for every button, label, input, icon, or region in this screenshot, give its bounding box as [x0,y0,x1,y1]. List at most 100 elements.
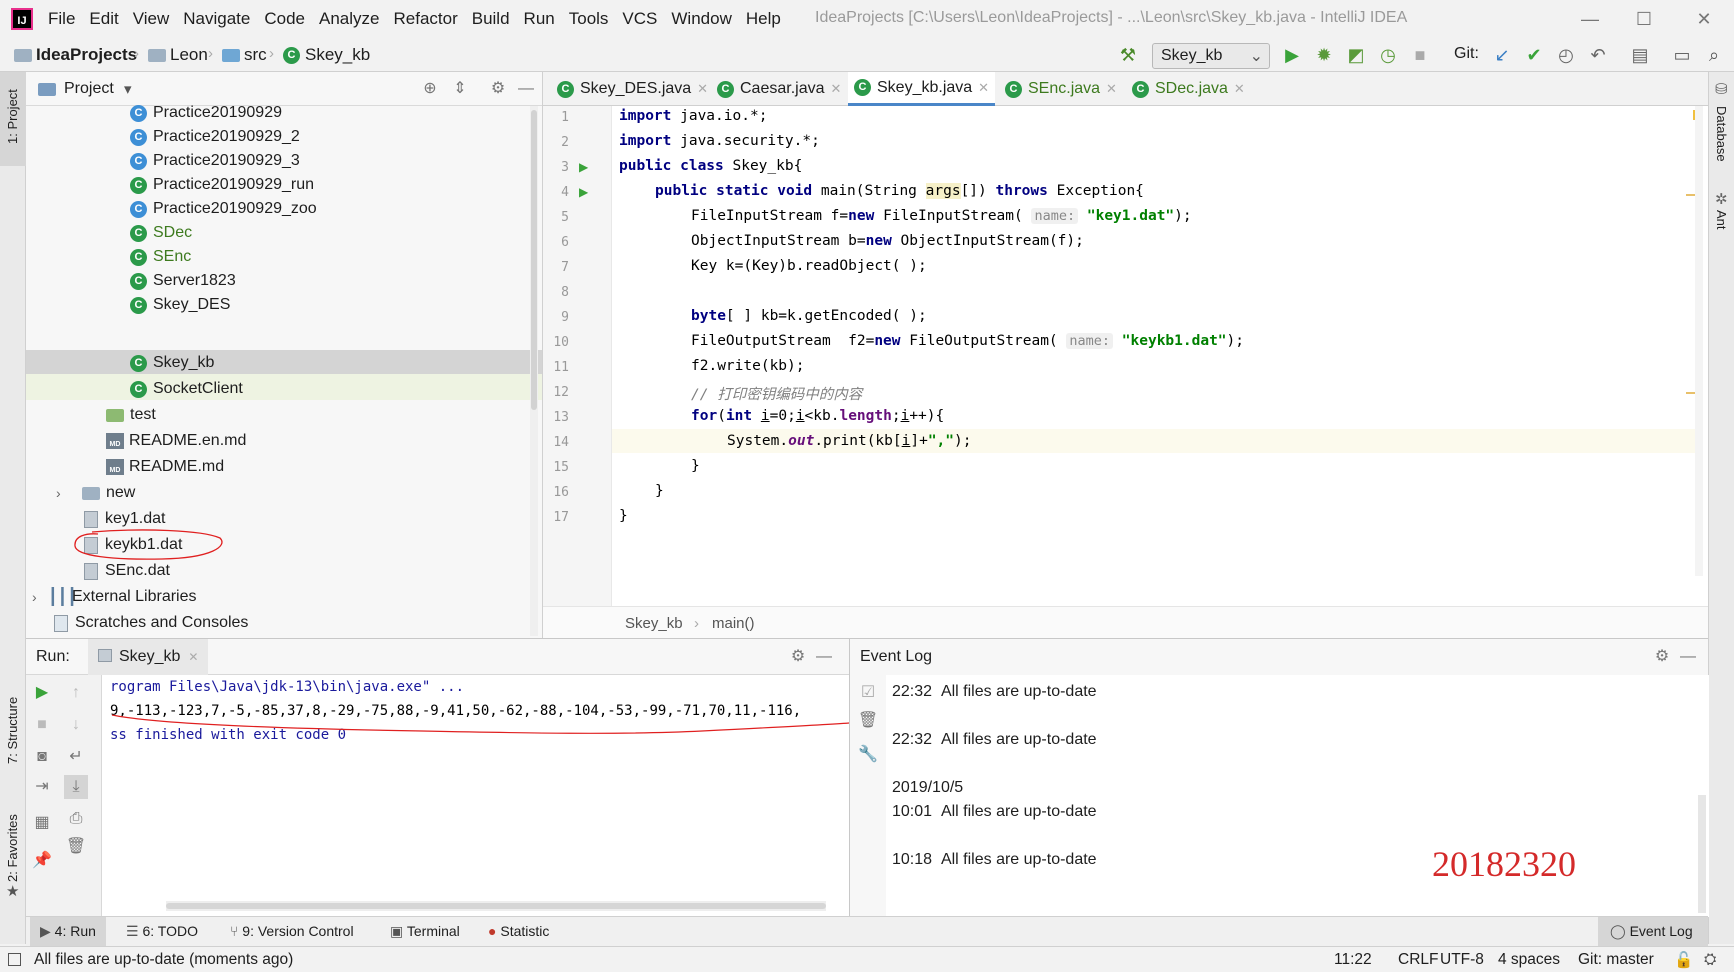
menu-tools[interactable]: Tools [562,9,616,29]
breadcrumb-root[interactable]: IdeaProjects [36,45,137,65]
tree-item-selected[interactable]: C Skey_kb [130,350,214,376]
toggle-tool-windows-icon[interactable] [8,953,21,966]
structure-tool-label[interactable]: 7: Structure [5,697,20,764]
chevron-down-icon[interactable]: ▾ [124,80,132,98]
tree-item[interactable]: test [106,402,156,428]
hide-panel-icon[interactable]: — [514,77,538,101]
favorites-tool-label[interactable]: 2: Favorites [5,814,20,882]
terminal-icon[interactable]: ▭ [1670,43,1694,67]
print-icon[interactable]: ⎙ [64,807,88,831]
tree-item[interactable]: C SEnc [130,244,191,270]
tree-item[interactable]: C Practice20190929_3 [130,148,300,174]
line-separator[interactable]: CRLF [1398,951,1438,969]
breadcrumb-method[interactable]: main() [712,615,755,632]
breadcrumb-class[interactable]: Skey_kb [625,615,683,632]
tree-item[interactable]: › ┃┃┃ External Libraries [32,584,197,610]
menu-vcs[interactable]: VCS [615,9,664,29]
file-encoding[interactable]: UTF-8 [1440,951,1484,969]
gear-icon[interactable]: ⚙ [786,645,810,669]
scroll-to-end-icon[interactable]: ⤓ [64,775,88,799]
lock-icon[interactable]: 🔓 [1674,951,1693,970]
tool-tab-event-log[interactable]: ◯ Event Log [1610,923,1693,940]
code-line-6[interactable]: ObjectInputStream b=new ObjectInputStrea… [691,233,1084,249]
rollback-icon[interactable]: ↶ [1586,43,1610,67]
code-line-5[interactable]: FileInputStream f=new FileInputStream( n… [691,208,1192,224]
close-tab-icon[interactable]: ✕ [1234,81,1245,97]
tree-item[interactable]: C SocketClient [130,376,243,402]
code-line-14[interactable]: System.out.print(kb[i]+","); [727,433,972,449]
tree-item[interactable]: C Practice20190929 [130,100,282,126]
run-icon[interactable]: ▶ [1280,43,1304,67]
run-gutter-icon[interactable]: ▶ [579,185,588,199]
status-message[interactable]: All files are up-to-date (moments ago) [34,951,293,969]
code-line-2[interactable]: import java.security.*; [619,133,820,149]
tab-sdec[interactable]: C SDec.java ✕ [1126,72,1251,106]
menu-analyze[interactable]: Analyze [312,9,386,29]
mark-read-icon[interactable]: ☑ [856,681,880,705]
tree-item[interactable]: C Practice20190929_2 [130,124,300,150]
project-scrollbar[interactable] [530,106,538,636]
git-commit-icon[interactable]: ✔ [1522,43,1546,67]
project-tool-label[interactable]: 1: Project [5,89,20,144]
rerun-icon[interactable]: ▶ [30,681,54,705]
trash-icon[interactable]: 🗑 [64,835,88,859]
menu-help[interactable]: Help [739,9,788,29]
menu-navigate[interactable]: Navigate [176,9,257,29]
code-line-13[interactable]: for(int i=0;i<kb.length;i++){ [691,408,944,424]
layout-icon[interactable]: ▦ [30,811,54,835]
code-line-17[interactable]: } [619,508,628,524]
project-structure-icon[interactable]: ▤ [1628,43,1652,67]
tree-item[interactable]: C Skey_DES [130,292,230,318]
run-tab[interactable]: Skey_kb ✕ [88,639,209,675]
build-hammer-icon[interactable]: ⚒ [1116,43,1140,67]
tab-skey-kb[interactable]: C Skey_kb.java ✕ [848,72,996,106]
indent-setting[interactable]: 4 spaces [1498,951,1560,969]
trash-icon[interactable]: 🗑 [856,709,880,733]
editor-scrollbar[interactable] [1695,106,1703,576]
tree-item[interactable]: Scratches and Consoles [54,610,248,636]
close-tab-icon[interactable]: ✕ [697,81,708,97]
stop-icon[interactable]: ■ [1408,43,1432,67]
maximize-button[interactable]: ☐ [1624,4,1664,34]
pin-icon[interactable]: 📌 [30,849,54,873]
code-line-16[interactable]: } [655,483,664,499]
tool-tab-todo[interactable]: ☰ 6: TODO [126,923,198,940]
history-icon[interactable]: ◴ [1554,43,1578,67]
code-line-15[interactable]: } [691,458,700,474]
code-line-7[interactable]: Key k=(Key)b.readObject( ); [691,258,927,274]
tree-item[interactable]: C Practice20190929_zoo [130,196,317,222]
tab-skey-des[interactable]: C Skey_DES.java ✕ [551,72,714,106]
coverage-icon[interactable]: ◩ [1344,43,1368,67]
event-log-scrollbar[interactable] [1698,795,1706,913]
restore-layout-icon[interactable]: ⇥ [30,775,54,799]
tool-tab-statistic[interactable]: ● Statistic [488,923,549,939]
down-arrow-icon[interactable]: ↓ [64,713,88,737]
gear-icon[interactable]: ⚙ [486,77,510,101]
breadcrumb-file[interactable]: Skey_kb [305,45,370,65]
run-config-select[interactable]: Skey_kb ⌄ [1152,43,1270,69]
memory-indicator-icon[interactable]: ⛭ [1704,951,1716,969]
tree-item[interactable]: MD README.en.md [106,428,246,454]
menu-refactor[interactable]: Refactor [386,9,464,29]
profile-icon[interactable]: ◷ [1376,43,1400,67]
minimize-button[interactable]: — [1570,4,1610,34]
menu-window[interactable]: Window [664,9,738,29]
search-icon[interactable]: ⌕ [1702,43,1726,67]
close-window-button[interactable]: ✕ [1684,4,1724,34]
collapse-all-icon[interactable]: ⇕ [448,77,472,101]
wrench-icon[interactable]: 🔧 [856,743,880,767]
caret-position[interactable]: 11:22 [1334,951,1372,969]
project-panel-title[interactable]: Project [64,80,114,98]
hide-panel-icon[interactable]: — [812,645,836,669]
menu-file[interactable]: File [41,9,82,29]
gear-icon[interactable]: ⚙ [1650,645,1674,669]
database-tool-label[interactable]: Database [1714,106,1729,162]
menu-code[interactable]: Code [257,9,312,29]
tree-item[interactable]: MD README.md [106,454,224,480]
breadcrumb-leon[interactable]: Leon [170,45,208,65]
tool-tab-terminal[interactable]: ▣ Terminal [390,923,460,940]
git-branch[interactable]: Git: master [1578,951,1654,969]
git-update-icon[interactable]: ↙ [1490,43,1514,67]
tool-tab-run[interactable]: ▶ 4: Run [40,923,96,940]
menu-edit[interactable]: Edit [82,9,125,29]
